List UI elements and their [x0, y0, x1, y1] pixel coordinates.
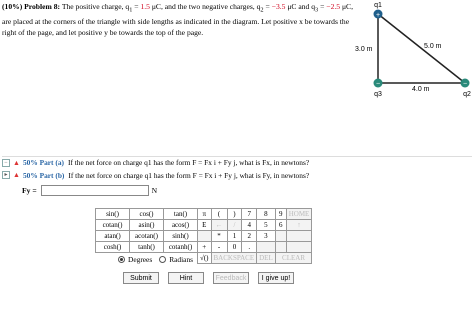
- key-del[interactable]: DEL: [256, 252, 276, 264]
- key-0[interactable]: 0: [226, 241, 243, 253]
- radians-label: Radians: [169, 255, 194, 264]
- part-b-text: If the net force on charge q1 has the fo…: [68, 170, 310, 180]
- svg-text:+: +: [376, 12, 380, 19]
- key-cosh[interactable]: cosh(): [95, 241, 130, 253]
- key-6[interactable]: 6: [274, 219, 287, 231]
- key-5[interactable]: 5: [256, 219, 276, 231]
- key-cotan[interactable]: cotan(): [95, 219, 130, 231]
- key-8[interactable]: 8: [256, 208, 276, 220]
- key-1[interactable]: 1: [226, 230, 243, 242]
- problem-text: μC, and the two negative charges, q: [149, 2, 261, 11]
- key-sinh[interactable]: sinh(): [163, 230, 198, 242]
- answer-row: Fy = N: [22, 184, 157, 196]
- degrees-label: Degrees: [128, 255, 153, 264]
- label-q1: q1: [374, 2, 382, 9]
- key-left-arrow[interactable]: ←: [210, 219, 228, 231]
- key-2[interactable]: 2: [241, 230, 258, 242]
- key-decimal[interactable]: .: [241, 241, 258, 253]
- expand-icon[interactable]: ▸: [2, 171, 10, 179]
- key-divide[interactable]: /: [226, 219, 243, 231]
- key-blank: [285, 241, 313, 253]
- q3-value: −2.5: [326, 2, 341, 11]
- svg-text:−: −: [376, 81, 380, 88]
- key-4[interactable]: 4: [241, 219, 258, 231]
- radians-radio[interactable]: [159, 256, 167, 263]
- key-acos[interactable]: acos(): [163, 219, 198, 231]
- key-sqrt[interactable]: √(): [197, 252, 212, 264]
- label-side-bottom: 4.0 m: [412, 86, 430, 93]
- key-open-paren[interactable]: (: [210, 208, 228, 220]
- give-up-button[interactable]: I give up!: [258, 272, 294, 284]
- part-a-row[interactable]: − ▲ 50% Part (a) If the net force on cha…: [2, 156, 472, 168]
- key-blank: [197, 230, 212, 242]
- key-blank: [285, 230, 313, 242]
- label-q3: q3: [374, 91, 382, 98]
- key-plus[interactable]: +: [197, 241, 212, 253]
- key-9[interactable]: 9: [274, 208, 287, 220]
- key-tanh[interactable]: tanh(): [129, 241, 164, 253]
- key-blank: [274, 241, 287, 253]
- label-side-hyp: 5.0 m: [424, 43, 442, 50]
- problem-text: =: [318, 2, 325, 11]
- answer-input[interactable]: [40, 184, 149, 196]
- key-minus[interactable]: -: [210, 241, 228, 253]
- key-tan[interactable]: tan(): [163, 208, 198, 220]
- label-side-vertical: 3.0 m: [355, 46, 373, 53]
- problem-header: (10%) Problem 8:: [2, 2, 61, 11]
- key-pi[interactable]: π: [197, 208, 212, 220]
- side-hypotenuse: [377, 13, 466, 84]
- key-backspace[interactable]: BACKSPACE: [210, 252, 258, 264]
- warning-icon: ▲: [13, 158, 20, 167]
- warning-icon: ▲: [13, 171, 20, 179]
- degrees-radio[interactable]: [118, 256, 125, 263]
- problem-text: =: [263, 2, 270, 11]
- key-up-arrow[interactable]: ↑: [285, 219, 313, 231]
- part-b-label: 50% Part (b): [22, 170, 65, 180]
- feedback-button[interactable]: Feedback: [213, 272, 249, 284]
- problem-text: μC and q: [285, 2, 316, 11]
- key-blank: [274, 230, 287, 242]
- hint-button[interactable]: Hint: [168, 272, 204, 284]
- part-a-text: If the net force on charge q1 has the fo…: [67, 158, 310, 167]
- key-acotan[interactable]: acotan(): [129, 230, 164, 242]
- key-cos[interactable]: cos(): [129, 208, 164, 220]
- svg-text:−: −: [463, 81, 467, 88]
- key-clear[interactable]: CLEAR: [274, 252, 313, 264]
- key-close-paren[interactable]: ): [226, 208, 243, 220]
- key-home[interactable]: HOME: [285, 208, 313, 220]
- key-e[interactable]: E: [197, 219, 212, 231]
- answer-label: Fy =: [22, 185, 37, 195]
- q2-value: −3.5: [271, 2, 286, 11]
- action-buttons: Submit Hint Feedback I give up!: [123, 272, 294, 284]
- key-3[interactable]: 3: [256, 230, 276, 242]
- key-multiply[interactable]: *: [210, 230, 228, 242]
- label-q2: q2: [463, 91, 471, 98]
- answer-unit: N: [151, 185, 158, 195]
- angle-mode: Degrees Radians: [118, 255, 193, 264]
- key-7[interactable]: 7: [241, 208, 258, 220]
- key-asin[interactable]: asin(): [129, 219, 164, 231]
- problem-text: The positive charge, q: [61, 2, 130, 11]
- collapse-icon[interactable]: −: [2, 158, 10, 167]
- submit-button[interactable]: Submit: [123, 272, 159, 284]
- key-blank: [256, 241, 276, 253]
- part-a-label: 50% Part (a): [22, 158, 64, 167]
- q1-value: 1.5: [140, 2, 150, 11]
- problem-statement: (10%) Problem 8: The positive charge, q 1…: [2, 1, 354, 38]
- part-b-row[interactable]: ▸ ▲ 50% Part (b) If the net force on cha…: [2, 169, 472, 181]
- key-atan[interactable]: atan(): [95, 230, 130, 242]
- problem-text: =: [132, 2, 139, 11]
- triangle-diagram: + − − q1 q3 q2 3.0 m 5.0 m 4.0 m: [355, 2, 471, 98]
- key-cotanh[interactable]: cotanh(): [163, 241, 198, 253]
- key-sin[interactable]: sin(): [95, 208, 130, 220]
